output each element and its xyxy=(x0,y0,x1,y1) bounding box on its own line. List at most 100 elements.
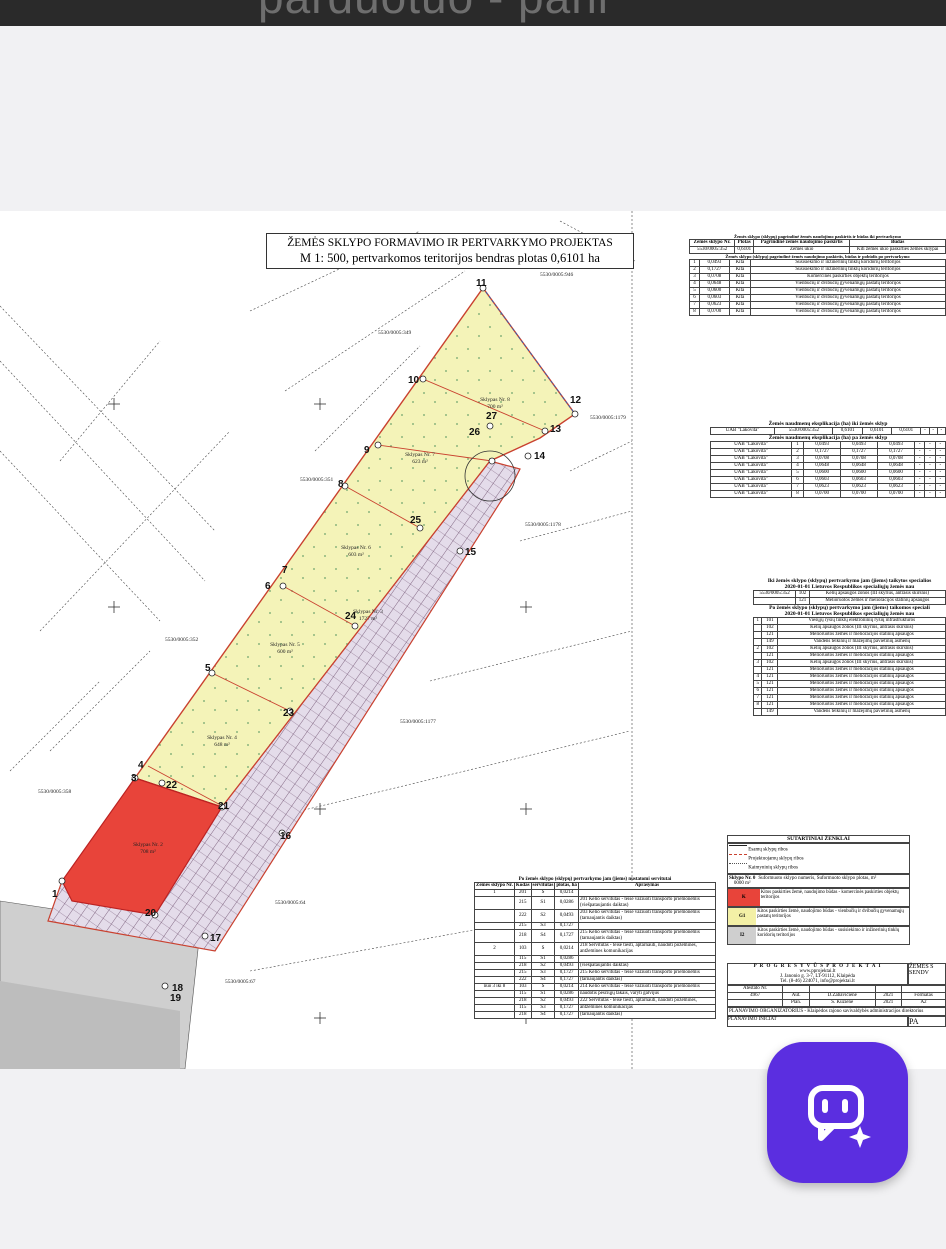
point-label: 6 xyxy=(265,581,271,592)
table-row: 1 0,0493 Kita Susisiekimo ir inžinerinių ti… xyxy=(689,259,946,267)
ai-assistant-icon xyxy=(808,1085,871,1148)
plot-5-area: 600 m² xyxy=(277,649,293,655)
point-label: 14 xyxy=(534,451,546,462)
parcel-code: 5530/0005:946 xyxy=(540,272,574,278)
point-label: 24 xyxy=(345,611,357,622)
plan-title: ŽEMĖS SKLYPO FORMAVIMO IR PERTVARKYMO PR… xyxy=(287,237,613,249)
point-label: 25 xyxy=(410,515,422,526)
servitudes-rows: Žemės sklypo Nr. Kodas servitutas plotas, h… xyxy=(474,882,717,1019)
table-row: UAB "Lakovita" 2 0,1727 0,1727 0,1727- - - xyxy=(710,448,946,456)
plot-3-name: Sklypas Nr. 3 xyxy=(353,609,383,615)
point-label: 7 xyxy=(282,565,288,576)
legend: SUTARTINIAI ŽENKLAI Esamų sklypų ribos P… xyxy=(727,835,910,945)
table-row: 7 121 Melioruotos žemės ir melioracijos st… xyxy=(752,694,946,702)
table-row: 6 121 Melioruotos žemės ir melioracijos st… xyxy=(752,687,946,695)
parcel-code: 5530/0005:67 xyxy=(225,979,256,985)
table-row: 121 Melioruotos žemės ir melioracijos sta… xyxy=(752,631,946,639)
plot-8-area: 700 m² xyxy=(487,404,503,410)
legend-zone: K Kitos paskirties žemė, naudojimo būdas … xyxy=(727,888,910,907)
table-row: 215 S3 0,1727 215 Kelio servitutas - teisė … xyxy=(474,969,717,977)
table-row: 5 0,0600 Kita Vienbučių ir dvibučių gyvenam… xyxy=(689,287,946,295)
table-row: 2 102 Kelių apsaugos zonos (III skyrius, a… xyxy=(752,645,946,653)
table-row: 102 Kelių apsaugos zonos (III skyrius, an… xyxy=(752,624,946,632)
table-row: 2 103 S 0,0214 218 Servitutas - teisė tiesti… xyxy=(474,942,717,956)
plot-7-area: 623 m² xyxy=(412,459,428,465)
plot-2-name: Sklypas Nr. 2 xyxy=(133,842,163,848)
special-after-table: 1 101 Viešųjų ryšių tinklų elektroninių ry… xyxy=(752,617,946,716)
table-row: 149 Vandens telkinių ir mažėjimų pavietin… xyxy=(752,638,946,646)
table-row: 8 121 Melioruotos žemės ir melioracijos st… xyxy=(752,701,946,709)
table-row: UAB "Lakovita" 3 0,0708 0,0708 0,0708- - - xyxy=(710,455,946,463)
title-block: P R O G R E S Y V Ū S P R O J E K T A I … xyxy=(726,963,946,1027)
table-row: 215 S3 0,1727 xyxy=(474,922,717,930)
point-label: 4 xyxy=(138,760,144,771)
table-row: UAB "Lakovita" 1 0,0493 0,0493 0,0493- - - xyxy=(710,441,946,449)
point-label: 23 xyxy=(283,708,295,719)
point-label: 21 xyxy=(218,801,230,812)
land-use-before-table: UAB "Lakovita" 5530/0005:352 0,6101 0,6101 0… xyxy=(709,427,946,435)
table-row: 115 S3 0,1727 antžemines komunikacijas xyxy=(474,1004,717,1012)
table-row: 4 0,0648 Kita Vienbučių ir dvibučių gyvenam… xyxy=(689,280,946,288)
parcel-code: 5530/0005:352 xyxy=(165,637,199,643)
point-label: 9 xyxy=(364,445,370,456)
table-row: 215 S1 0,0286 201 Kelio servitutas - teisė … xyxy=(474,896,717,910)
plan-subtitle: M 1: 500, pertvarkomos teritorijos bendr… xyxy=(300,251,600,265)
plot-7-name: Sklypas Nr. 7 xyxy=(405,452,435,458)
point-label: 17 xyxy=(210,933,222,944)
plan-title-box: ŽEMĖS SKLYPO FORMAVIMO IR PERTVARKYMO PR… xyxy=(266,233,634,269)
purpose-after-table: 1 0,0493 Kita Susisiekimo ir inžinerinių ti… xyxy=(689,259,946,316)
point-label: 20 xyxy=(145,908,157,919)
table-row: 222 S2 0,0493 203 Kelio servitutas - teisė … xyxy=(474,909,717,923)
top-title-bar: parduotuo - pani xyxy=(0,0,946,26)
table-row: 3 102 Kelių apsaugos zonos (III skyrius, a… xyxy=(752,659,946,667)
table-row: 3 0,0708 Kita Komercinės paskirties objektų… xyxy=(689,273,946,281)
table-row: 218 S4 0,1727 215 Kelio servitutas - teisė … xyxy=(474,929,717,943)
table-row: 5 121 Melioruotos žemės ir melioracijos st… xyxy=(752,680,946,688)
parcel-code: 5530/0005:1179 xyxy=(590,415,626,421)
legend-zone: I2 Kitos paskirties žemė, naudojimo būdas… xyxy=(727,926,910,945)
table-row: 218 S2 0,0493 222 Servitutas - teisė tiesti… xyxy=(474,997,717,1005)
ai-assistant-button[interactable] xyxy=(767,1042,908,1183)
table-row: 6 0,0603 Kita Vienbučių ir dvibučių gyvenam… xyxy=(689,294,946,302)
table-row: 218 S4 0,1727 (tarnaujantis daiktas) xyxy=(474,1011,717,1019)
table-row: 115 S1 0,0286 xyxy=(474,955,717,963)
table-row: UAB "Lakovita" 4 0,0648 0,0648 0,0648- - - xyxy=(710,462,946,470)
point-label: 3 xyxy=(131,773,137,784)
parcel-code: 5530/0005:358 xyxy=(38,789,72,795)
special-conditions-table: Iki žemės sklypo (sklypų) pertvarkymo ja… xyxy=(752,578,946,716)
table-row: 121 Melioruotos žemės ir melioracijos sta… xyxy=(752,666,946,674)
table-row: 8 0,0700 Kita Vienbučių ir dvibučių gyvenam… xyxy=(689,308,946,316)
point-label: 10 xyxy=(408,375,420,386)
parcel-code: 5530/0005:351 xyxy=(300,477,334,483)
plot-8-name: Sklypas Nr. 8 xyxy=(480,397,510,403)
parcel-code: 5530/0005:349 xyxy=(378,330,412,336)
land-use-table: Žemės naudmenų eksplikacija (ha) iki žem… xyxy=(709,421,946,498)
table-row: 2 0,1727 Kita Susisiekimo ir inžinerinių ti… xyxy=(689,266,946,274)
table-row: 115 S1 0,0286 naudotis pėsčiųjų takais, var… xyxy=(474,990,717,998)
table-row: 218 S2 0,0493 (viešpataujantis daiktas) xyxy=(474,962,717,970)
point-label: 12 xyxy=(570,395,582,406)
table-row: UAB "Lakovita" 7 0,0623 0,0623 0,0623- - - xyxy=(710,483,946,491)
table-row: 121 Melioruotos žemės ir melioracijos sta… xyxy=(752,597,946,605)
table-row: 7 0,0623 Kita Vienbučių ir dvibučių gyvenam… xyxy=(689,301,946,309)
servitudes-table: Po žemės sklypo (sklypų) pertvarkymo jam… xyxy=(474,877,717,1019)
table-row: 149 Vandens telkinių ir mažėjimų pavietin… xyxy=(752,708,946,716)
point-label: 8 xyxy=(338,479,344,490)
point-label: 1 xyxy=(52,889,58,900)
table-row: 4 121 Melioruotos žemės ir melioracijos st… xyxy=(752,673,946,681)
legend-title: SUTARTINIAI ŽENKLAI xyxy=(727,835,910,843)
point-label: 15 xyxy=(465,547,477,558)
table-row: 121 Melioruotos žemės ir melioracijos sta… xyxy=(752,652,946,660)
point-label: 27 xyxy=(486,411,498,422)
table-row: UAB "Lakovita" 6 0,0603 0,0603 0,0603- - - xyxy=(710,476,946,484)
table-row: 1 201 S 0,0214 xyxy=(474,889,717,897)
purpose-table: Žemės sklypo (sklypų) pagrindinė žemės n… xyxy=(688,234,946,316)
purpose-before-table: Žemės sklypo Nr. Plotas Pagrindinė žemės n… xyxy=(688,239,946,254)
table-row: 5530/0005:352 102 Kelių apsaugos zonos (II… xyxy=(752,590,946,598)
parcel-code: 5530/0005:64 xyxy=(275,900,306,906)
point-label: 22 xyxy=(166,780,178,791)
plot-3-area: 1727 m² xyxy=(359,616,378,622)
plot-6-name: Sklypas Nr. 6 xyxy=(341,545,371,551)
point-label: 11 xyxy=(476,278,487,289)
plot-5-name: Sklypas Nr. 5 xyxy=(270,642,300,648)
